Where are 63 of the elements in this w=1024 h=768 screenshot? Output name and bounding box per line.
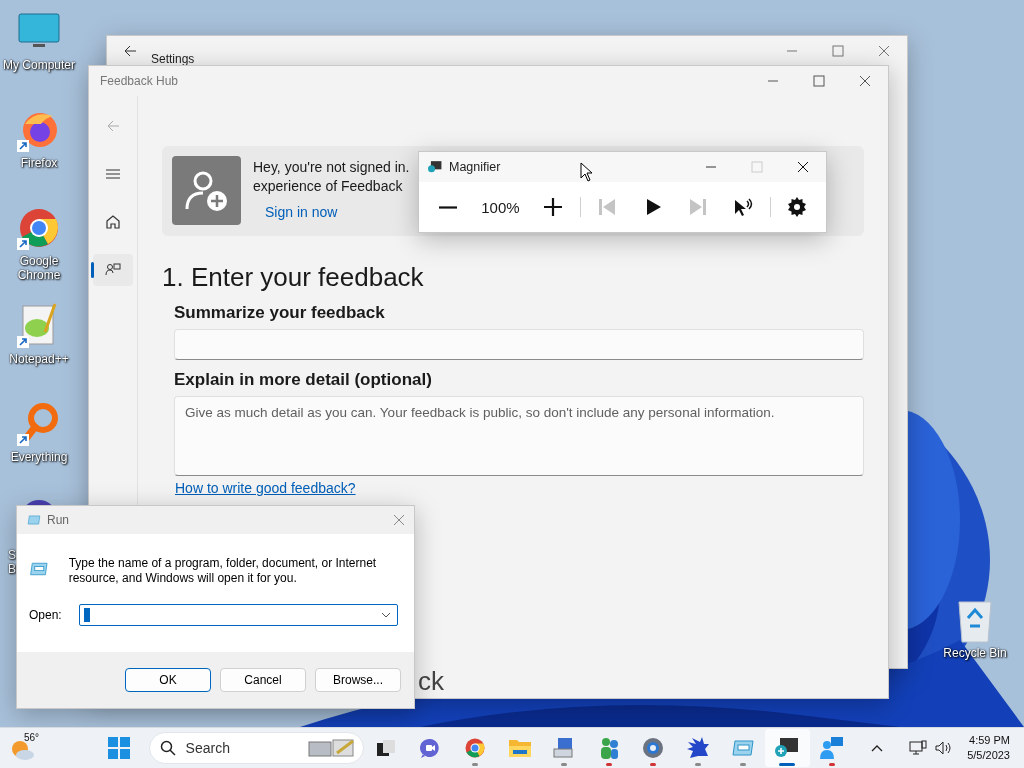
- nav-item[interactable]: [93, 254, 133, 286]
- zoom-level: 100%: [480, 198, 521, 216]
- section-heading: ck: [418, 666, 444, 697]
- feedback-icon: [105, 262, 121, 278]
- maximize-icon: [832, 45, 844, 57]
- search-highlight-drawing: [306, 737, 357, 759]
- summary-field[interactable]: [174, 329, 864, 360]
- window-title: Magnifier: [449, 160, 501, 174]
- banner-text: experience of Feedback: [253, 177, 404, 196]
- gear-icon: [641, 736, 666, 760]
- folder-icon: [507, 737, 532, 759]
- dropdown-icon: [381, 612, 391, 618]
- back-arrow-icon: [106, 119, 120, 133]
- network-icon: [909, 740, 928, 756]
- home-icon: [105, 214, 121, 230]
- temperature: 56°: [24, 732, 40, 743]
- maximize-icon: [813, 75, 825, 87]
- clock[interactable]: 4:59 PM 5/5/2023: [967, 733, 1010, 763]
- settings-icon: [787, 197, 808, 217]
- spiky-app-icon: [686, 736, 711, 760]
- close-icon: [859, 75, 871, 87]
- run-icon: [27, 514, 41, 526]
- menu-icon: [105, 166, 121, 182]
- open-label: Open:: [29, 608, 63, 622]
- search-field[interactable]: Search: [148, 732, 364, 764]
- window-title: Settings: [151, 52, 195, 66]
- windows-icon: [108, 737, 131, 759]
- weather-widget[interactable]: 56°: [10, 733, 40, 763]
- plus-icon: [543, 197, 564, 217]
- dialog-button[interactable]: Cancel: [220, 668, 306, 692]
- dialog-button[interactable]: Browse...: [315, 668, 401, 692]
- banner-text: Hey, you're not signed in.: [253, 158, 410, 177]
- close-icon: [393, 514, 405, 526]
- sign-in-link[interactable]: Sign in now: [265, 204, 338, 220]
- clock-time: 4:59 PM: [969, 733, 1010, 748]
- recycle-bin-icon[interactable]: [955, 598, 995, 644]
- detail-field[interactable]: Give as much detail as you can. Your feedback is public, so don't include any personal information.: [174, 396, 864, 476]
- search-icon: [159, 740, 176, 756]
- window-title: Feedback Hub: [100, 74, 179, 88]
- pointer-speaker-icon: [732, 197, 755, 217]
- open-combo-box[interactable]: [79, 604, 398, 626]
- field-label: Explain in more detail (optional): [174, 370, 432, 390]
- help-link[interactable]: How to write good feedback?: [175, 480, 356, 496]
- close-icon: [878, 45, 890, 57]
- feedback-hub-icon: [818, 736, 845, 760]
- chat-icon: [419, 737, 442, 759]
- volume-icon: [935, 740, 954, 756]
- clock-date: 5/5/2023: [967, 748, 1010, 763]
- back-arrow-icon: [123, 44, 137, 58]
- chevron-up-icon: [871, 744, 884, 752]
- minus-icon: [437, 205, 458, 209]
- section-heading: 1. Enter your feedback: [162, 262, 424, 293]
- magnifier-icon: [774, 736, 801, 760]
- magnifier-icon: [427, 160, 443, 174]
- dialog-button[interactable]: OK: [125, 668, 211, 692]
- text-cursor: [84, 608, 90, 622]
- run-instructions: Type the name of a program, folder, document, or Internet resource, and Windows will open it for you.: [68, 556, 378, 586]
- close-icon: [797, 161, 809, 173]
- taskbar-app[interactable]: [764, 729, 810, 767]
- task-view-icon: [374, 737, 397, 759]
- run-icon: [730, 738, 755, 758]
- window-title: Run: [47, 513, 69, 527]
- field-label: Summarize your feedback: [174, 303, 385, 323]
